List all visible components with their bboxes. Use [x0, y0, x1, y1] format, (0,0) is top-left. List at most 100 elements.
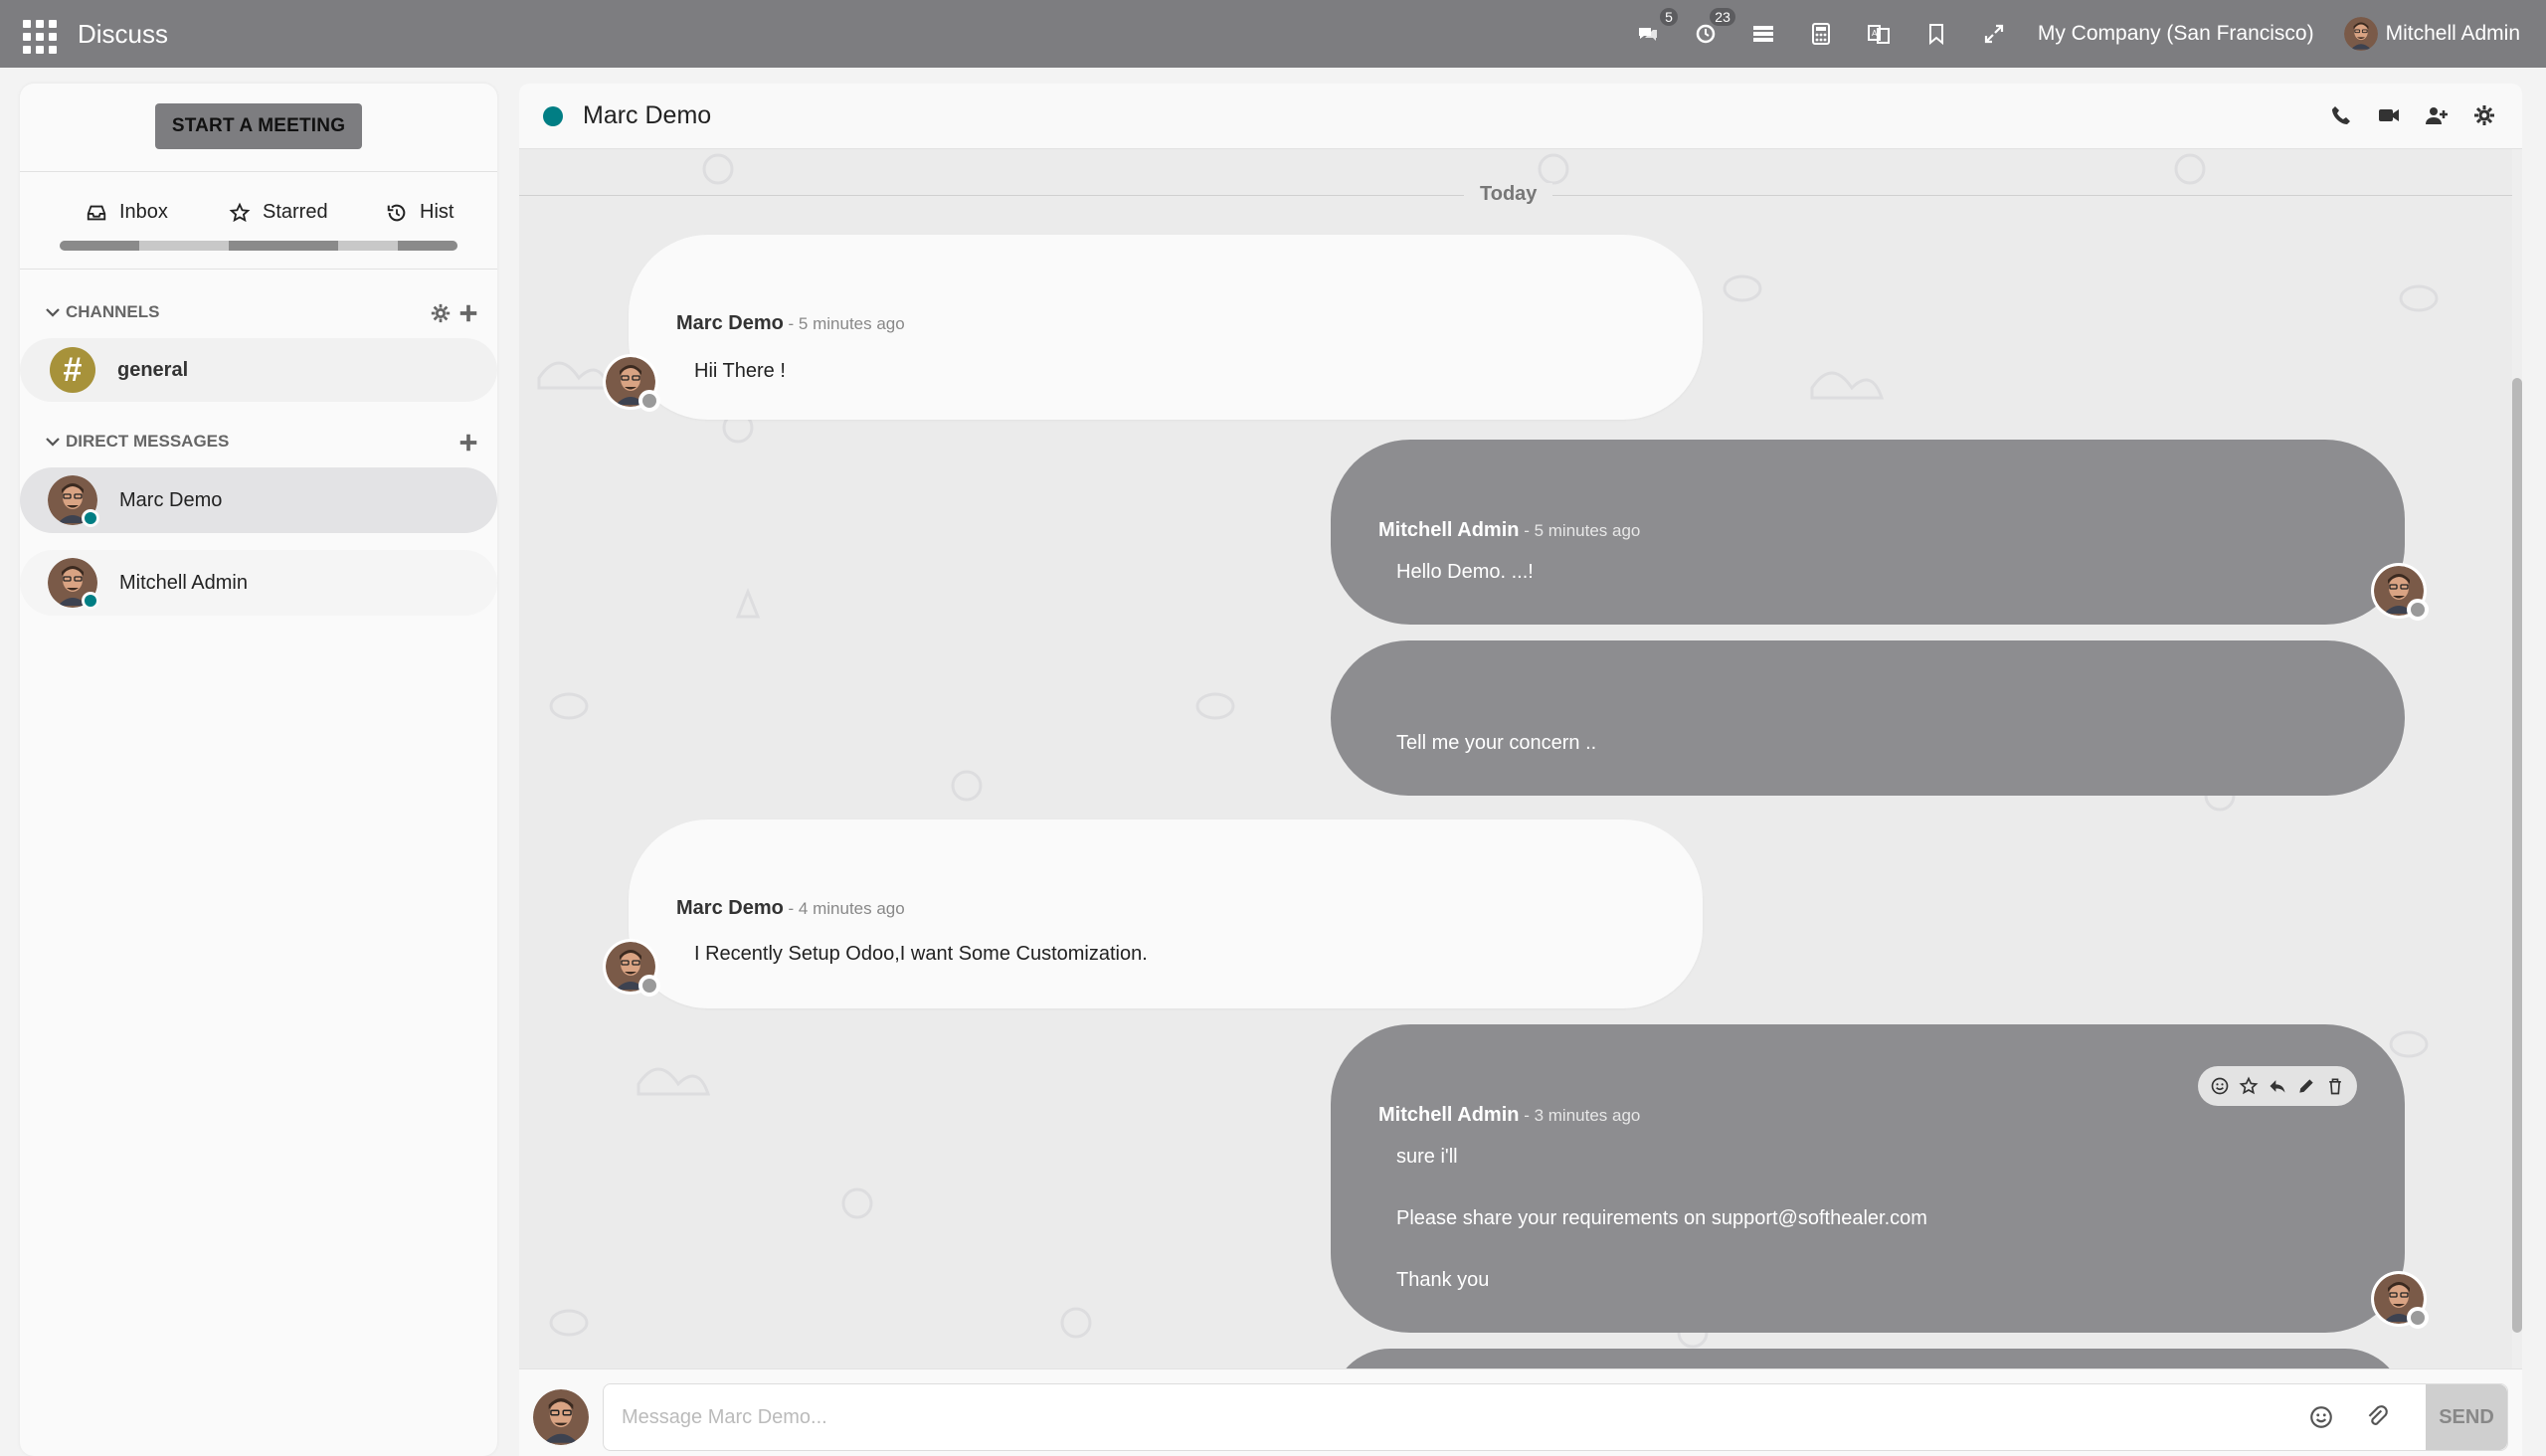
message-time: - 4 minutes ago	[783, 899, 905, 918]
history-icon	[387, 204, 406, 221]
chevron-down-icon	[46, 308, 60, 317]
message-time: - 5 minutes ago	[1519, 521, 1641, 540]
video-camera-icon[interactable]	[2377, 103, 2401, 127]
message-header: Marc Demo - 5 minutes ago	[676, 312, 905, 335]
status-icon	[638, 975, 660, 997]
send-button[interactable]: SEND	[2426, 1384, 2507, 1450]
message-text: I Recently Setup Odoo,I want Some Custom…	[694, 943, 1148, 965]
mailbox-label: Starred	[263, 201, 328, 223]
translate-icon[interactable]: A	[1865, 20, 1893, 48]
avatar[interactable]	[603, 939, 660, 997]
online-status-icon	[82, 509, 99, 527]
avatar	[48, 475, 99, 527]
online-status-icon	[543, 105, 563, 126]
online-status-icon	[82, 592, 99, 610]
avatar[interactable]	[603, 354, 660, 412]
dm-item-mitchell-admin[interactable]: Mitchell Admin	[20, 550, 497, 616]
message-bubble[interactable]: Marc Demo - 5 minutes ago Hii There !	[629, 235, 1703, 420]
message-text: Thank you	[1396, 1269, 1490, 1291]
thread-name: Marc Demo	[583, 101, 712, 129]
channel-name: general	[117, 358, 189, 381]
inbox-icon	[87, 205, 106, 220]
list-icon[interactable]	[1749, 20, 1777, 48]
gear-icon[interactable]	[430, 302, 452, 324]
message-author: Marc Demo	[676, 312, 784, 334]
mailbox-inbox[interactable]: Inbox	[86, 201, 168, 224]
avatar	[533, 1389, 589, 1445]
reply-icon[interactable]	[2268, 1076, 2287, 1096]
scrollbar-thumb[interactable]	[2512, 378, 2522, 1333]
date-separator: Today	[1464, 183, 1553, 206]
message-header: Marc Demo - 4 minutes ago	[676, 897, 905, 920]
user-avatar	[2344, 17, 2378, 51]
message-header: Mitchell Admin - 5 minutes ago	[1378, 519, 1640, 542]
dm-name: Marc Demo	[119, 488, 223, 511]
paperclip-icon[interactable]	[2364, 1404, 2390, 1430]
mailbox-history[interactable]: Hist	[386, 201, 454, 224]
divider	[20, 171, 497, 172]
messages-icon[interactable]: 5	[1634, 8, 1678, 48]
activities-icon[interactable]: 23	[1692, 8, 1735, 48]
mailbox-tab-scrollbar[interactable]	[60, 241, 457, 251]
mailbox-starred[interactable]: Starred	[229, 201, 328, 224]
message-bubble[interactable]: Tell me your concern ..	[1331, 640, 2405, 796]
dm-item-marc-demo[interactable]: Marc Demo	[20, 467, 497, 533]
app-title: Discuss	[78, 18, 169, 49]
svg-text:A: A	[1872, 29, 1878, 38]
direct-messages-header[interactable]: DIRECT MESSAGES	[44, 432, 229, 452]
calculator-icon[interactable]	[1807, 20, 1835, 48]
message-bubble[interactable]: Mitchell Admin - 3 minutes ago sure i'll…	[1331, 1024, 2405, 1333]
messages-badge: 5	[1660, 8, 1678, 26]
mailbox-label: Inbox	[119, 201, 168, 223]
message-input[interactable]: Message Marc Demo... SEND	[603, 1383, 2508, 1451]
message-text: sure i'll	[1396, 1146, 1458, 1168]
user-name: Mitchell Admin	[2385, 22, 2520, 45]
channels-header-label: CHANNELS	[66, 302, 160, 321]
message-text: Hii There !	[694, 360, 786, 382]
message-text: Please share your requirements on suppor…	[1396, 1207, 1927, 1229]
status-icon	[2407, 1307, 2429, 1329]
divider	[20, 269, 497, 270]
emoji-icon[interactable]	[2308, 1404, 2334, 1430]
star-icon	[229, 202, 251, 222]
chevron-down-icon	[46, 438, 60, 447]
avatar[interactable]	[2371, 1271, 2429, 1329]
avatar[interactable]	[2371, 563, 2429, 621]
dm-name: Mitchell Admin	[119, 571, 248, 594]
company-switcher[interactable]: My Company (San Francisco)	[2038, 22, 2314, 46]
message-input-placeholder: Message Marc Demo...	[622, 1406, 827, 1428]
message-author: Marc Demo	[676, 897, 784, 919]
star-icon[interactable]	[2239, 1076, 2259, 1096]
channel-item-general[interactable]: # general	[20, 338, 497, 402]
status-icon	[2407, 599, 2429, 621]
thread-panel: Marc Demo Today Marc Demo - 5 minutes ag…	[519, 84, 2522, 1456]
gear-icon[interactable]	[2472, 103, 2496, 127]
message-author: Mitchell Admin	[1378, 519, 1520, 541]
add-channel-icon[interactable]	[457, 302, 479, 324]
add-user-icon[interactable]	[2425, 103, 2449, 127]
app-menu-icon[interactable]	[20, 17, 57, 54]
message-list[interactable]: Today Marc Demo - 5 minutes ago Hii Ther…	[519, 149, 2522, 1456]
message-actions	[2198, 1066, 2357, 1106]
avatar	[48, 558, 99, 610]
message-author: Mitchell Admin	[1378, 1104, 1520, 1126]
scroll-segment	[229, 241, 338, 251]
message-bubble[interactable]: Marc Demo - 4 minutes ago I Recently Set…	[629, 819, 1703, 1008]
dm-header-label: DIRECT MESSAGES	[66, 432, 230, 451]
trash-icon[interactable]	[2325, 1076, 2345, 1096]
add-dm-icon[interactable]	[457, 432, 479, 454]
fullscreen-icon[interactable]	[1980, 20, 2008, 48]
message-bubble[interactable]: Mitchell Admin - 5 minutes ago Hello Dem…	[1331, 440, 2405, 625]
message-time: - 3 minutes ago	[1519, 1106, 1641, 1125]
user-menu[interactable]: Mitchell Admin	[2344, 17, 2520, 51]
composer: Message Marc Demo... SEND	[519, 1368, 2522, 1456]
bookmark-icon[interactable]	[1922, 20, 1950, 48]
channels-header[interactable]: CHANNELS	[44, 302, 159, 322]
thread-header: Marc Demo	[519, 84, 2522, 149]
edit-icon[interactable]	[2296, 1076, 2316, 1096]
phone-icon[interactable]	[2329, 103, 2353, 127]
start-meeting-button[interactable]: START A MEETING	[155, 103, 362, 149]
emoji-icon[interactable]	[2210, 1076, 2230, 1096]
activities-badge: 23	[1710, 8, 1735, 26]
message-text: Tell me your concern ..	[1396, 732, 1597, 754]
